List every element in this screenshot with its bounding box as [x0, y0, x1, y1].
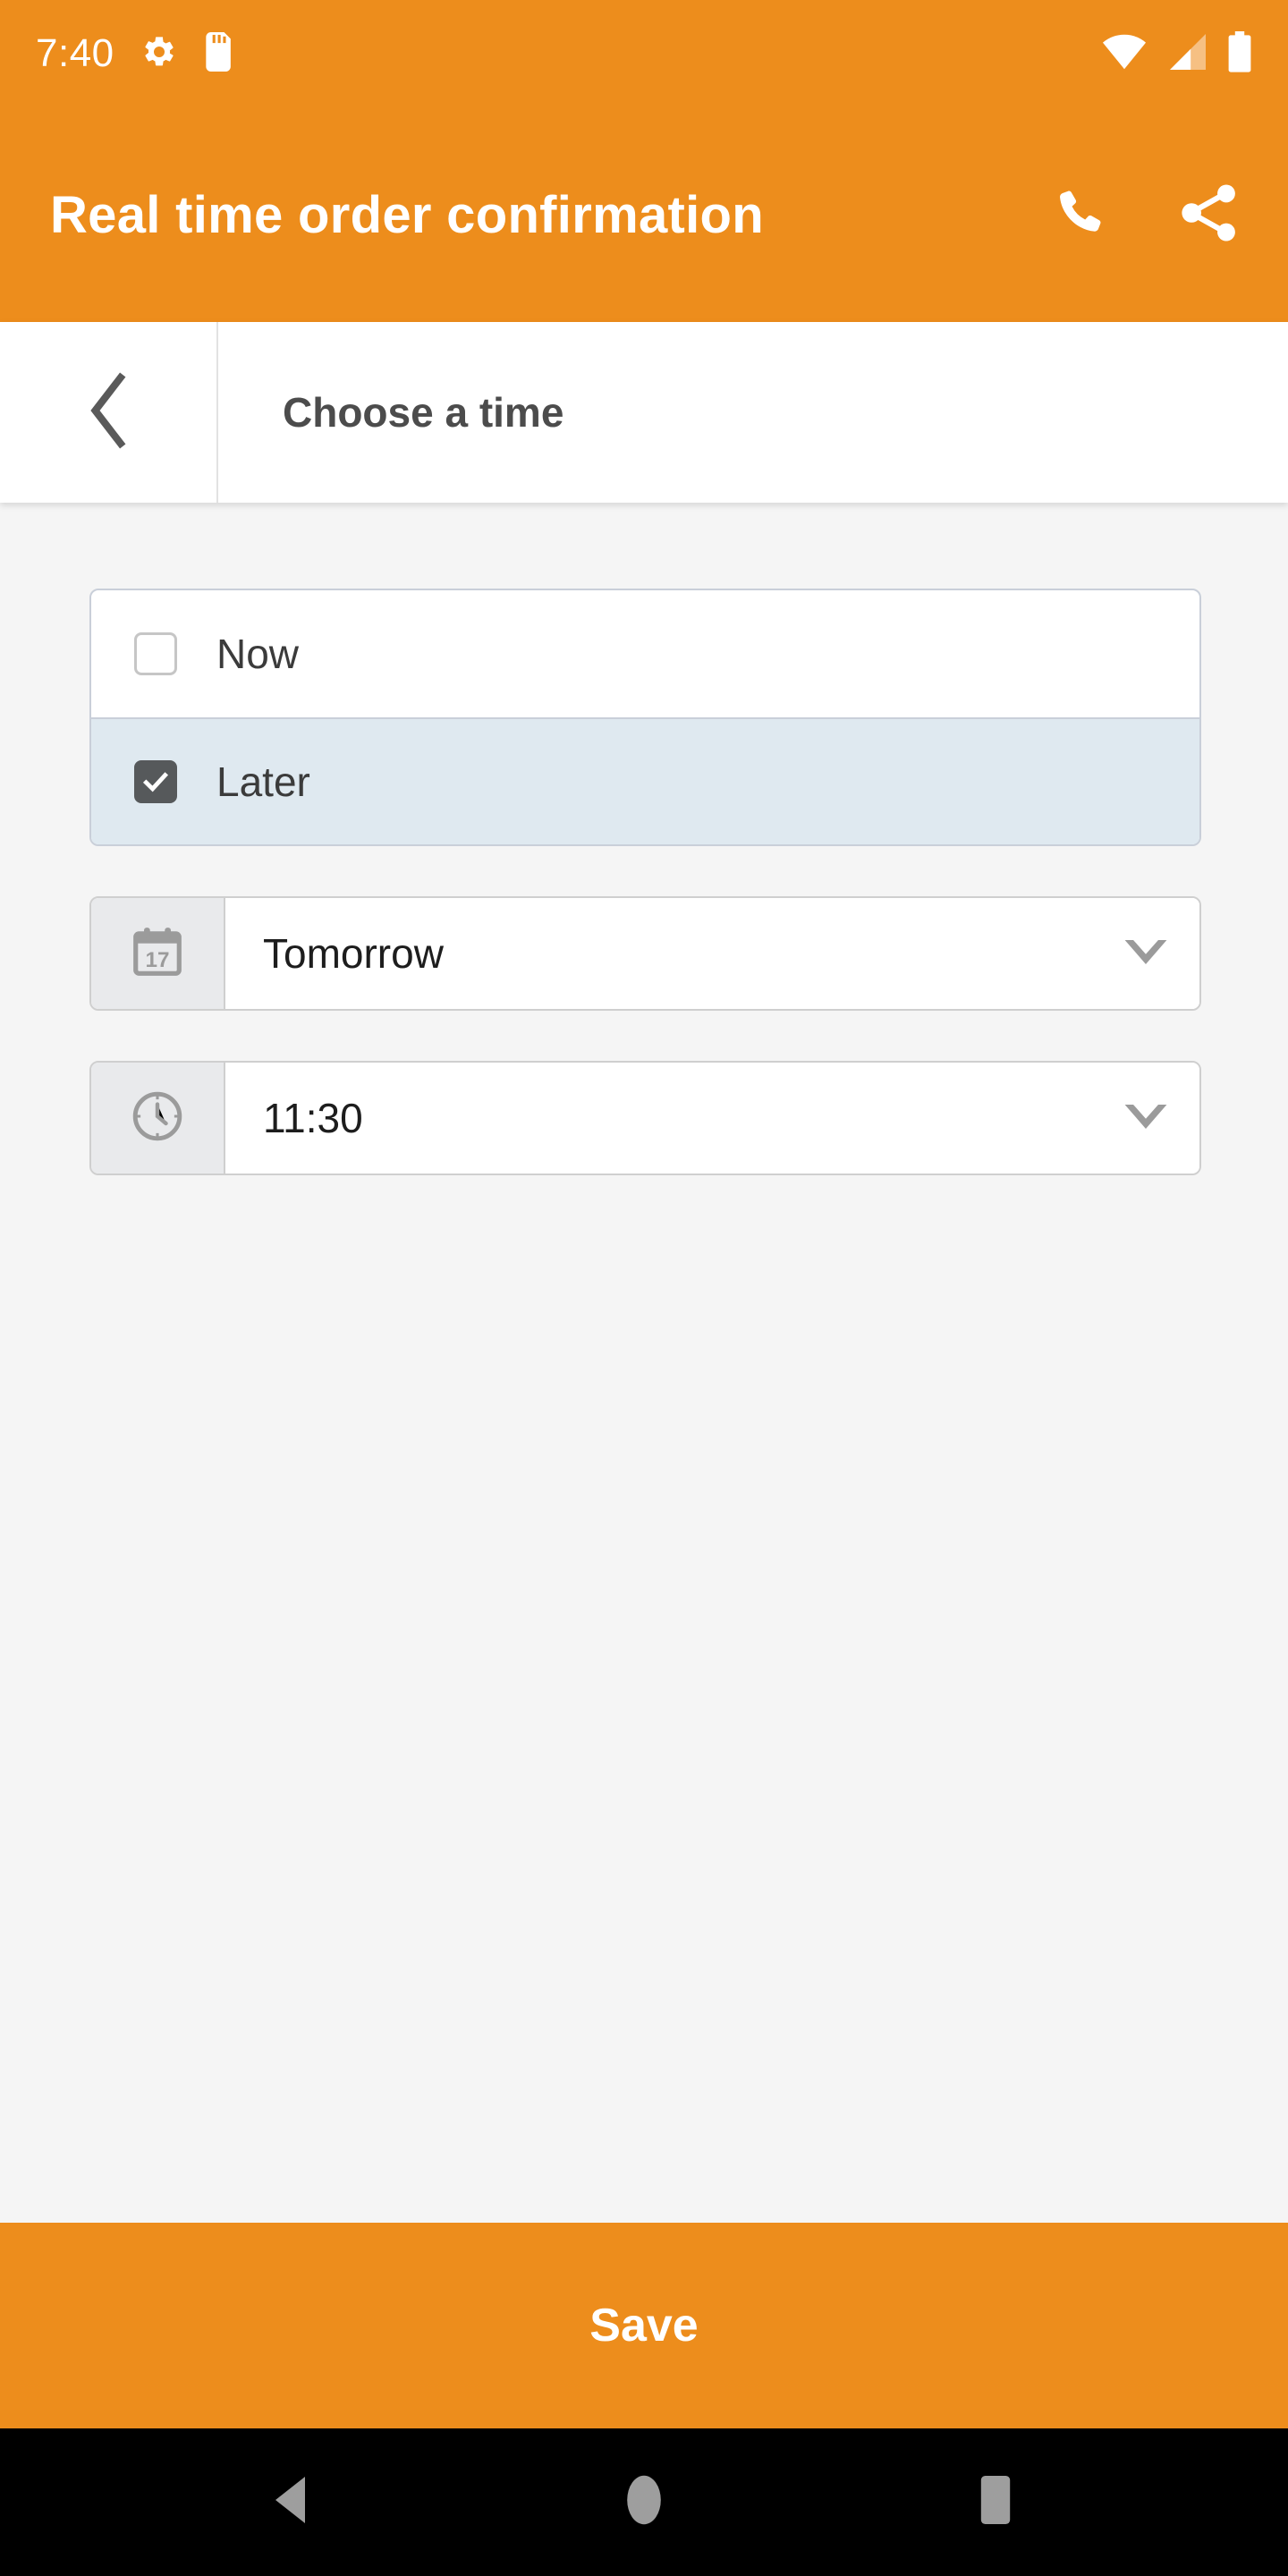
time-select[interactable]: 11:30 [89, 1061, 1201, 1175]
status-bar-left: 7:40 [36, 31, 234, 76]
sub-header-title-wrap: Choose a time [218, 322, 1288, 503]
android-nav-bar [0, 2428, 1288, 2576]
content-area: Now Later 17 Tomorrow 11:30 [0, 503, 1288, 2223]
app-bar: Real time order confirmation [0, 107, 1288, 322]
date-select[interactable]: 17 Tomorrow [89, 896, 1201, 1011]
wifi-icon [1102, 33, 1147, 75]
chevron-down-icon [1122, 1101, 1170, 1136]
status-clock: 7:40 [36, 31, 114, 75]
chevron-down-icon [1122, 936, 1170, 971]
app-screen: 7:40 Real time order confirmation Choose… [0, 0, 1288, 2576]
cellular-signal-icon [1166, 33, 1208, 75]
date-select-value: Tomorrow [225, 898, 1092, 1009]
back-button[interactable] [0, 322, 218, 503]
phone-icon [1051, 185, 1106, 245]
calendar-icon: 17 [130, 924, 185, 984]
sub-header-title: Choose a time [283, 389, 564, 436]
time-select-value: 11:30 [225, 1063, 1092, 1174]
recents-nav-icon [977, 2472, 1014, 2532]
gear-icon [141, 34, 177, 74]
option-row-later[interactable]: Later [91, 717, 1199, 844]
time-select-caret[interactable] [1092, 1063, 1199, 1174]
nav-back-button[interactable] [234, 2453, 351, 2552]
share-button[interactable] [1172, 177, 1247, 252]
status-bar-right [1102, 30, 1252, 77]
share-icon [1178, 182, 1241, 249]
option-label-later: Later [216, 758, 310, 805]
checkbox-now[interactable] [134, 632, 177, 675]
nav-home-button[interactable] [586, 2453, 702, 2552]
battery-icon [1227, 30, 1252, 77]
nav-recents-button[interactable] [937, 2453, 1054, 2552]
sub-header: Choose a time [0, 322, 1288, 503]
status-bar: 7:40 [0, 0, 1288, 107]
call-button[interactable] [1041, 177, 1116, 252]
back-nav-icon [269, 2474, 316, 2530]
checkbox-later[interactable] [134, 760, 177, 803]
date-select-caret[interactable] [1092, 898, 1199, 1009]
option-row-now[interactable]: Now [91, 590, 1199, 717]
sd-card-icon [204, 31, 234, 76]
date-select-addon: 17 [91, 898, 225, 1009]
calendar-icon-day: 17 [146, 948, 170, 972]
app-bar-actions [1041, 177, 1247, 252]
option-label-now: Now [216, 631, 300, 677]
save-button-label: Save [589, 2300, 699, 2351]
time-option-list: Now Later [89, 589, 1201, 846]
home-nav-icon [623, 2472, 665, 2532]
time-select-addon [91, 1063, 225, 1174]
chevron-left-icon [80, 369, 136, 456]
clock-icon [130, 1089, 185, 1148]
save-button[interactable]: Save [0, 2223, 1288, 2428]
page-title: Real time order confirmation [50, 185, 764, 244]
